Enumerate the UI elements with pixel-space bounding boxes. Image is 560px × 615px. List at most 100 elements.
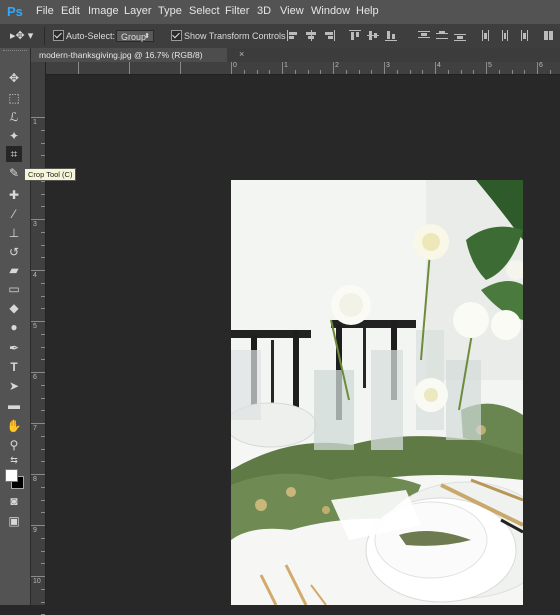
healing-brush-tool-icon[interactable]: ✚	[6, 187, 22, 203]
canvas-image[interactable]	[231, 180, 523, 605]
align-left-edges-icon[interactable]	[287, 30, 299, 41]
gradient-tool-icon[interactable]: ▭	[6, 281, 22, 297]
distribute-left-icon[interactable]	[481, 30, 493, 41]
tools-panel: ✥ ⬚ ℒ ✦ ⌗ ✎ ✚ ⁄ ⊥ ↺ ▰ ▭ ◆ ● ✒ T ➤ ▬ ✋ ⚲ …	[0, 48, 31, 605]
ruler-minor-tick	[41, 282, 45, 284]
options-bar: ▸✥ ▾ Auto-Select: Show Transform Control…	[0, 24, 560, 49]
distribute-vertical-centers-icon[interactable]	[436, 30, 448, 41]
menu-filter[interactable]: Filter	[225, 5, 249, 17]
menu-help[interactable]: Help	[356, 5, 379, 17]
menu-3d[interactable]: 3D	[257, 5, 271, 17]
menu-view[interactable]: View	[280, 5, 304, 17]
move-tool-icon[interactable]: ✥	[6, 70, 22, 86]
show-transform-label: Show Transform Controls	[184, 31, 286, 41]
ruler-tick	[282, 62, 283, 74]
menu-image[interactable]: Image	[88, 5, 119, 17]
ruler-label: 9	[33, 527, 37, 534]
ruler-tick	[31, 372, 45, 373]
horizontal-ruler[interactable]: 0 1 2 3 4 5 6	[45, 62, 560, 75]
eraser-tool-icon[interactable]: ▰	[6, 262, 22, 278]
path-selection-tool-icon[interactable]: ➤	[6, 378, 22, 394]
ruler-label: 1	[284, 62, 288, 69]
align-vertical-centers-icon[interactable]	[367, 30, 379, 41]
ruler-tick	[486, 62, 487, 74]
menu-edit[interactable]: Edit	[61, 5, 80, 17]
auto-select-dropdown[interactable]: Group ⬍	[116, 30, 154, 42]
menu-window[interactable]: Window	[311, 5, 350, 17]
crop-tool-tooltip: Crop Tool (C)	[24, 168, 77, 181]
menu-file[interactable]: File	[36, 5, 54, 17]
ruler-minor-tick	[524, 70, 526, 74]
foreground-color-swatch[interactable]	[5, 469, 18, 482]
menu-type[interactable]: Type	[158, 5, 182, 17]
vertical-ruler[interactable]: 12345678910	[31, 62, 46, 615]
eyedropper-tool-icon[interactable]: ✎	[6, 165, 22, 181]
ruler-minor-tick	[473, 70, 475, 74]
ruler-label: 4	[437, 62, 441, 69]
table-setting-photo	[231, 180, 523, 605]
distribute-horizontal-centers-icon[interactable]	[499, 30, 511, 41]
distribute-bottom-icon[interactable]	[454, 30, 466, 41]
pen-tool-icon[interactable]: ✒	[6, 340, 22, 356]
crop-tool-icon[interactable]: ⌗	[6, 146, 22, 162]
ruler-label: 0	[233, 62, 237, 69]
hand-tool-icon[interactable]: ✋	[6, 418, 22, 434]
blur-tool-icon[interactable]: ◆	[6, 300, 22, 316]
ruler-tick	[537, 62, 538, 74]
ruler-minor-tick	[41, 295, 45, 297]
ruler-minor-tick	[243, 70, 245, 74]
ruler-tick	[384, 62, 385, 74]
close-icon[interactable]: ×	[239, 49, 244, 59]
panel-grip[interactable]	[3, 50, 27, 54]
ruler-minor-tick	[41, 486, 45, 488]
color-swap-icon[interactable]: ⇆	[6, 452, 22, 468]
show-transform-checkbox[interactable]	[171, 30, 182, 41]
auto-select-checkbox[interactable]	[53, 30, 64, 41]
ruler-label: 5	[488, 62, 492, 69]
ruler-label: 8	[33, 476, 37, 483]
ruler-tick	[31, 474, 45, 475]
ruler-minor-tick	[41, 142, 45, 144]
ruler-minor-tick	[511, 70, 513, 74]
align-right-edges-icon[interactable]	[323, 30, 335, 41]
ruler-minor-tick	[41, 563, 45, 565]
photoshop-logo: Ps	[7, 4, 23, 19]
dodge-tool-icon[interactable]: ●	[6, 319, 22, 335]
screen-mode-icon[interactable]: ▣	[6, 513, 22, 529]
ruler-minor-tick	[41, 206, 45, 208]
history-brush-tool-icon[interactable]: ↺	[6, 244, 22, 260]
ruler-minor-tick	[371, 70, 373, 74]
document-tab[interactable]: modern-thanksgiving.jpg @ 16.7% (RGB/8)	[31, 48, 227, 62]
move-tool-preset-icon[interactable]: ▸✥ ▾	[10, 29, 33, 42]
ruler-minor-tick	[41, 397, 45, 399]
distribute-right-icon[interactable]	[517, 30, 529, 41]
type-tool-icon[interactable]: T	[6, 359, 22, 375]
ruler-minor-tick	[422, 70, 424, 74]
divider	[44, 27, 45, 45]
ruler-tick	[31, 423, 45, 424]
ruler-minor-tick	[41, 435, 45, 437]
align-top-edges-icon[interactable]	[349, 30, 361, 41]
clone-stamp-tool-icon[interactable]: ⊥	[6, 225, 22, 241]
menu-layer[interactable]: Layer	[124, 5, 152, 17]
zoom-tool-icon[interactable]: ⚲	[6, 437, 22, 453]
ruler-label: 5	[33, 323, 37, 330]
distribute-top-icon[interactable]	[418, 30, 430, 41]
menu-select[interactable]: Select	[189, 5, 220, 17]
dropdown-arrow-icon: ⬍	[144, 33, 150, 40]
align-bottom-edges-icon[interactable]	[385, 30, 397, 41]
ruler-label: 3	[386, 62, 390, 69]
auto-align-layers-icon[interactable]	[543, 30, 555, 41]
magic-wand-tool-icon[interactable]: ✦	[6, 128, 22, 144]
align-horizontal-centers-icon[interactable]	[305, 30, 317, 41]
ruler-label: 10	[33, 578, 41, 585]
lasso-tool-icon[interactable]: ℒ	[6, 109, 22, 125]
ruler-minor-tick	[41, 588, 45, 590]
quick-mask-icon[interactable]: ◙	[6, 493, 22, 509]
document-tab-title: modern-thanksgiving.jpg @ 16.7% (RGB/8)	[39, 50, 203, 60]
marquee-tool-icon[interactable]: ⬚	[6, 90, 22, 106]
ruler-minor-tick	[41, 601, 45, 603]
ruler-minor-tick	[549, 70, 551, 74]
brush-tool-icon[interactable]: ⁄	[6, 206, 22, 222]
rectangle-tool-icon[interactable]: ▬	[6, 397, 22, 413]
